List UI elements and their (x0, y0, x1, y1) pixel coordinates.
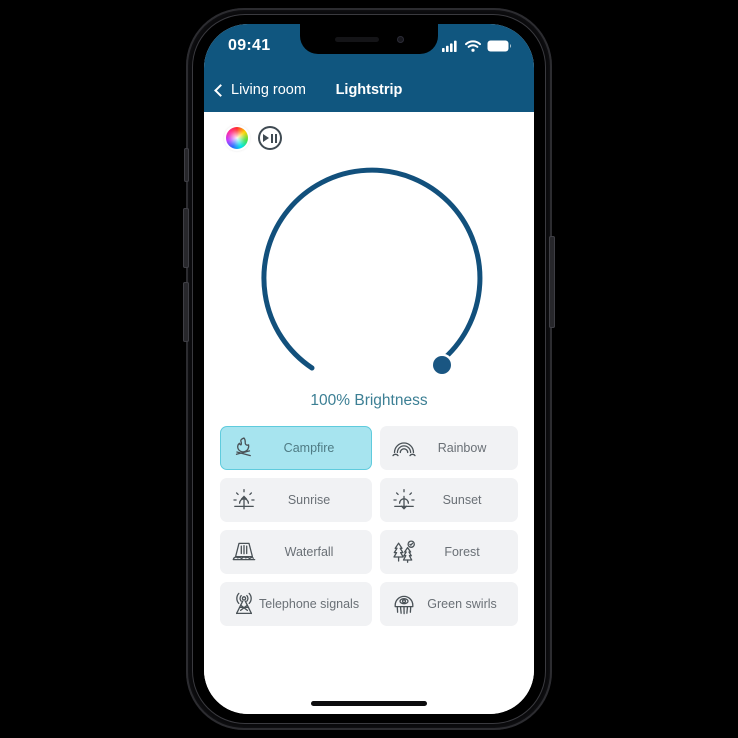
sunset-icon (389, 485, 419, 515)
volume-down-button[interactable] (183, 282, 189, 342)
status-bar: 09:41 (204, 24, 534, 68)
play-icon (262, 134, 269, 142)
volume-up-button[interactable] (183, 208, 189, 268)
rainbow-icon (389, 433, 419, 463)
battery-icon (487, 40, 512, 52)
earpiece-speaker (334, 36, 379, 42)
home-indicator[interactable] (311, 701, 427, 706)
color-wheel-icon[interactable] (226, 127, 248, 149)
scene-grid: Campfire Rainbow Sunrise Sunset Waterfal… (220, 426, 518, 626)
antenna-icon (229, 589, 259, 619)
cellular-signal-icon (442, 40, 457, 52)
scene-label: Sunrise (287, 493, 331, 507)
play-pause-button[interactable] (258, 126, 282, 150)
forest-icon (389, 537, 419, 567)
scene-tile-campfire[interactable]: Campfire (220, 426, 373, 470)
brightness-label: 100% Brightness (310, 392, 428, 409)
waterfall-icon (229, 537, 259, 567)
scene-tile-telephone-signals[interactable]: Telephone signals (220, 582, 373, 626)
scene-tile-green-swirls[interactable]: Green swirls (380, 582, 518, 626)
brightness-dial-svg[interactable] (244, 156, 494, 388)
scene-label: Rainbow (437, 441, 487, 455)
back-button[interactable]: Living room (204, 82, 306, 98)
wifi-icon (465, 40, 481, 52)
dial-track (261, 167, 483, 371)
navigation-bar: Living room Lightstrip (204, 68, 534, 112)
status-bar-icons (442, 40, 512, 52)
scene-tile-waterfall[interactable]: Waterfall (220, 530, 373, 574)
pause-icon-bar-2 (275, 133, 278, 143)
scene-label: Waterfall (284, 545, 334, 559)
scene-label: Sunset (442, 493, 482, 507)
scene-label: Forest (444, 545, 480, 559)
scene-tile-rainbow[interactable]: Rainbow (380, 426, 518, 470)
sunrise-icon (229, 485, 259, 515)
pause-icon-bar-1 (270, 133, 273, 143)
scene-tile-sunset[interactable]: Sunset (380, 478, 518, 522)
scene-label: Telephone signals (259, 597, 360, 611)
status-bar-clock: 09:41 (228, 37, 271, 54)
power-button[interactable] (549, 236, 555, 328)
device-notch (300, 24, 438, 54)
back-button-label: Living room (231, 82, 306, 98)
screen-content: 100% Brightness Campfire Rainbow Sunrise… (204, 112, 534, 714)
screenshot-root: 09:41 Living room Lightstrip 100% Bright… (0, 0, 738, 738)
front-camera (396, 35, 404, 43)
scene-label: Campfire (283, 441, 335, 455)
campfire-icon (229, 433, 259, 463)
mute-switch-button[interactable] (184, 148, 189, 182)
dial-knob[interactable] (433, 356, 451, 374)
scene-label: Green swirls (427, 597, 497, 611)
top-controls (220, 112, 518, 150)
scene-tile-forest[interactable]: Forest (380, 530, 518, 574)
brightness-dial[interactable] (220, 156, 518, 388)
chevron-left-icon (214, 83, 227, 97)
scene-tile-sunrise[interactable]: Sunrise (220, 478, 373, 522)
phone-screen: 09:41 Living room Lightstrip 100% Bright… (204, 24, 534, 714)
jellyfish-icon (389, 589, 419, 619)
